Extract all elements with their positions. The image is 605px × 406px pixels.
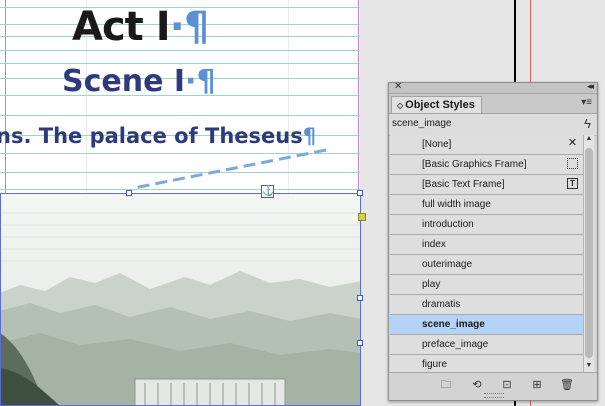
- none-style-icon: ✕: [567, 137, 578, 149]
- delete-icon[interactable]: 🗑: [559, 378, 575, 392]
- list-item[interactable]: outerimage: [390, 255, 584, 275]
- clear-overrides-icon[interactable]: ⟲: [469, 378, 485, 392]
- list-item-selected[interactable]: scene_image: [390, 315, 584, 335]
- document-page[interactable]: Act I·¶ Scene I·¶ ns. The palace of Thes…: [0, 0, 360, 406]
- selection-handle[interactable]: [357, 295, 363, 301]
- panel-footer: 🗀 ⟲ ⊡ ⊞ 🗑: [389, 372, 597, 400]
- selection-handle[interactable]: [357, 190, 363, 196]
- scene-image-frame[interactable]: [0, 193, 360, 406]
- list-item-basic-text-frame[interactable]: [Basic Text Frame] T: [390, 175, 584, 195]
- new-style-icon[interactable]: ⊞: [529, 378, 545, 392]
- list-item[interactable]: figure: [390, 355, 584, 373]
- pilcrow-icon: ¶: [183, 4, 209, 50]
- clear-attributes-icon[interactable]: ⊡: [499, 378, 515, 392]
- hidden-character: ·: [169, 4, 185, 50]
- pilcrow-icon: ¶: [302, 124, 317, 148]
- object-styles-panel[interactable]: ✕ ◂◂ ◇ Object Styles ▾≡ scene_image ϟ [No…: [388, 81, 598, 401]
- list-item[interactable]: introduction: [390, 215, 584, 235]
- list-item-label: [Basic Text Frame]: [422, 179, 505, 190]
- panel-titlebar[interactable]: ✕ ◂◂: [389, 81, 597, 94]
- collapse-icon[interactable]: ◂◂: [587, 81, 594, 92]
- tab-expand-icon: ◇: [397, 101, 404, 110]
- lightning-icon[interactable]: ϟ: [584, 116, 591, 131]
- baseline-grid-line: [0, 189, 360, 190]
- new-style-group-icon[interactable]: 🗀: [438, 378, 454, 392]
- list-item[interactable]: index: [390, 235, 584, 255]
- panel-menu-icon[interactable]: ▾≡: [581, 97, 592, 108]
- heading-act-text: Act I: [72, 4, 171, 50]
- anchor-icon[interactable]: ⚓: [261, 185, 274, 198]
- heading-place[interactable]: ns. The palace of Theseus¶: [0, 124, 316, 148]
- close-icon[interactable]: ✕: [394, 81, 402, 92]
- heading-act[interactable]: Act I·¶: [72, 4, 209, 50]
- baseline-grid-line: [0, 50, 360, 51]
- current-style-row: scene_image ϟ: [389, 114, 597, 136]
- list-item-label: [None]: [422, 139, 452, 150]
- heading-place-text: ns. The palace of Theseus: [0, 124, 303, 148]
- current-style-name: scene_image: [392, 118, 452, 129]
- text-frame-icon: T: [567, 178, 578, 189]
- list-item-label: dramatis: [422, 299, 461, 310]
- tab-label: Object Styles: [405, 99, 475, 111]
- list-item-label: figure: [422, 359, 448, 370]
- list-item-label: preface_image: [422, 339, 489, 350]
- list-item[interactable]: dramatis: [390, 295, 584, 315]
- list-item-label: full width image: [422, 199, 491, 210]
- baseline-grid-line: [0, 172, 360, 173]
- list-item-label: outerimage: [422, 259, 473, 270]
- list-item-label: play: [422, 279, 441, 290]
- panel-tabbar: ◇ Object Styles ▾≡: [389, 94, 597, 114]
- scroll-thumb[interactable]: [585, 148, 593, 358]
- graphics-frame-icon: [567, 158, 578, 169]
- list-item[interactable]: play: [390, 275, 584, 295]
- landscape-engraving-image: [0, 193, 360, 406]
- baseline-grid-line: [0, 153, 360, 154]
- list-item-basic-graphics-frame[interactable]: [Basic Graphics Frame]: [390, 155, 584, 175]
- selection-handle[interactable]: [357, 340, 363, 346]
- selection-handle[interactable]: [126, 190, 132, 196]
- scroll-up-icon[interactable]: ▲: [584, 135, 594, 146]
- list-scrollbar[interactable]: ▲ ▼: [583, 135, 594, 373]
- list-item-label: [Basic Graphics Frame]: [422, 159, 527, 170]
- hidden-character: ·: [185, 64, 197, 99]
- pilcrow-icon: ¶: [196, 64, 216, 99]
- list-item-label: introduction: [422, 219, 474, 230]
- corner-options-handle[interactable]: [358, 213, 366, 221]
- list-item[interactable]: preface_image: [390, 335, 584, 355]
- styles-list[interactable]: [None] ✕ [Basic Graphics Frame] [Basic T…: [390, 135, 584, 373]
- list-item[interactable]: full width image: [390, 195, 584, 215]
- list-item-label: scene_image: [422, 319, 485, 330]
- list-item-label: index: [422, 239, 446, 250]
- tab-object-styles[interactable]: ◇ Object Styles: [391, 96, 482, 113]
- heading-scene[interactable]: Scene I·¶: [62, 64, 216, 99]
- baseline-grid-line: [0, 115, 360, 116]
- heading-scene-text: Scene I: [62, 64, 186, 99]
- resize-grip[interactable]: [484, 393, 504, 398]
- list-item-none[interactable]: [None] ✕: [390, 135, 584, 155]
